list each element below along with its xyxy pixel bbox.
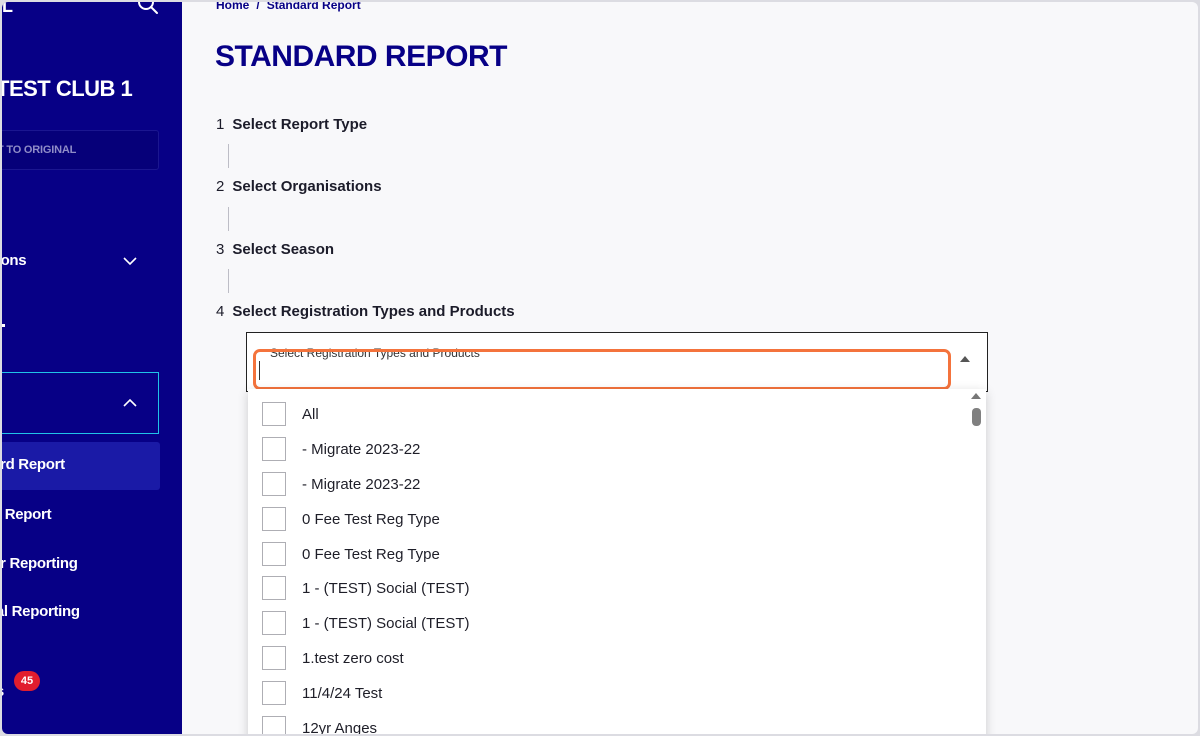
option-label: 11/4/24 Test (302, 685, 383, 702)
app-window: L TEST CLUB 1 T TO ORIGINAL tions ard Re… (2, 2, 1198, 734)
scroll-up-arrow-icon[interactable] (971, 393, 981, 399)
breadcrumb-current: Standard Report (266, 2, 361, 12)
step-connector (228, 207, 229, 231)
checkbox[interactable] (262, 716, 286, 734)
step-number: 2 (216, 178, 225, 195)
option-item[interactable]: - Migrate 2023-22 (248, 467, 968, 502)
registration-types-dropdown: All - Migrate 2023-22 - Migrate 2023-22 … (248, 389, 986, 734)
step-number: 3 (216, 241, 225, 258)
checkbox[interactable] (262, 402, 286, 426)
checkbox[interactable] (262, 507, 286, 531)
checkbox[interactable] (262, 472, 286, 496)
sidebar-fragment (2, 324, 5, 327)
step-label: Select Organisations (232, 178, 382, 195)
step-connector (228, 144, 229, 168)
chevron-down-icon[interactable] (122, 256, 138, 266)
sidebar-item-organisations[interactable]: tions (2, 252, 27, 269)
option-item[interactable]: 1 - (TEST) Social (TEST) (248, 571, 968, 606)
checkbox[interactable] (262, 646, 286, 670)
step-label: Select Season (232, 241, 335, 258)
step-label: Select Report Type (232, 116, 368, 133)
step-number: 4 (216, 303, 225, 320)
option-label: 1 - (TEST) Social (TEST) (302, 580, 470, 597)
club-name: TEST CLUB 1 (2, 76, 133, 101)
chevron-up-icon[interactable] (122, 398, 138, 408)
option-item[interactable]: - Migrate 2023-22 (248, 432, 968, 467)
approvals-count-badge: 45 (14, 671, 40, 691)
step-label: Select Registration Types and Products (232, 303, 515, 320)
search-icon[interactable] (136, 2, 160, 16)
option-label: 1 - (TEST) Social (TEST) (302, 615, 470, 632)
logo: L (2, 2, 13, 16)
revert-to-original-label: T TO ORIGINAL (2, 144, 77, 156)
sidebar-item-financial-reporting[interactable]: ial Reporting (2, 603, 80, 620)
page-title: STANDARD REPORT (215, 40, 507, 73)
select-collapse-arrow-icon[interactable] (960, 356, 970, 362)
option-item[interactable]: All (248, 397, 968, 432)
option-label: - Migrate 2023-22 (302, 476, 421, 493)
option-item[interactable]: 1 - (TEST) Social (TEST) (248, 606, 968, 641)
step-number: 1 (216, 116, 225, 133)
sidebar-item-custom-report[interactable]: n Report (2, 506, 52, 523)
step-connector (228, 269, 229, 293)
step-season[interactable]: 3 Select Season (216, 241, 334, 258)
option-label: 0 Fee Test Reg Type (302, 546, 440, 563)
step-report-type[interactable]: 1 Select Report Type (216, 116, 367, 133)
sidebar-item-standard-report[interactable]: ard Report (2, 456, 65, 473)
revert-to-original-button[interactable]: T TO ORIGINAL (2, 130, 159, 170)
option-label: - Migrate 2023-22 (302, 441, 421, 458)
checkbox[interactable] (262, 542, 286, 566)
focus-highlight (253, 349, 951, 390)
step-organisations[interactable]: 2 Select Organisations (216, 178, 382, 195)
sidebar-item-member-reporting[interactable]: er Reporting (2, 555, 78, 572)
checkbox[interactable] (262, 611, 286, 635)
option-label: 12yr Anges (302, 720, 378, 734)
option-item[interactable]: 12yr Anges (248, 711, 968, 734)
text-caret[interactable] (259, 361, 260, 380)
option-label: All (302, 406, 319, 423)
step-registration-types[interactable]: 4 Select Registration Types and Products (216, 303, 515, 320)
option-item[interactable]: 0 Fee Test Reg Type (248, 502, 968, 537)
option-item[interactable]: 0 Fee Test Reg Type (248, 537, 968, 572)
scrollbar-thumb[interactable] (972, 408, 981, 426)
option-label: 0 Fee Test Reg Type (302, 511, 440, 528)
sidebar: L TEST CLUB 1 T TO ORIGINAL tions ard Re… (2, 2, 182, 734)
checkbox[interactable] (262, 681, 286, 705)
breadcrumb-separator: / (256, 2, 260, 12)
checkbox[interactable] (262, 576, 286, 600)
breadcrumb-home[interactable]: Home (216, 2, 249, 12)
sidebar-item-approvals[interactable]: ls (2, 683, 4, 700)
checkbox[interactable] (262, 437, 286, 461)
option-item[interactable]: 11/4/24 Test (248, 676, 968, 711)
breadcrumb: Home / Standard Report (216, 2, 361, 12)
option-item[interactable]: 1.test zero cost (248, 641, 968, 676)
option-label: 1.test zero cost (302, 650, 404, 667)
